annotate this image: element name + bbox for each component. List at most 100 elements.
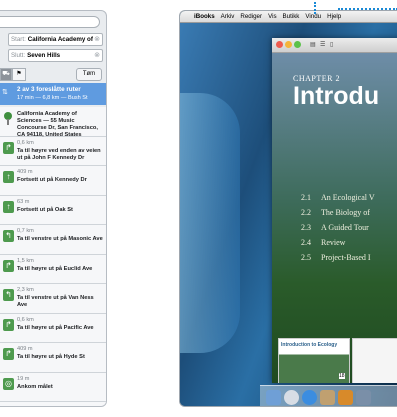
- toc-number: 2.5: [301, 253, 311, 262]
- toc-number: 2.4: [301, 238, 311, 247]
- zoom-button[interactable]: [294, 41, 301, 48]
- window-titlebar: ▤ ☰ ▯: [272, 38, 397, 53]
- direction-step[interactable]: ↱ 409 m Ta til høyre ut på Hyde St: [0, 343, 106, 373]
- step-text: Ta til høyre ut på Hyde St: [17, 354, 85, 360]
- direction-step[interactable]: California Academy of Sciences — 55 Musi…: [0, 107, 106, 138]
- ibooks-window: ▤ ☰ ▯ CHAPTER 2 Introdu 2.1 An Ecological…: [272, 38, 397, 383]
- step-distance: 2,3 km: [17, 287, 34, 293]
- toc-entry[interactable]: 2.2 The Biology of: [301, 208, 370, 217]
- right-turn-icon: ↱: [3, 318, 14, 331]
- start-label: Start:: [11, 36, 26, 43]
- menu-view[interactable]: Vis: [268, 13, 276, 20]
- desktop-wallpaper: ▤ ☰ ▯ CHAPTER 2 Introdu 2.1 An Ecological…: [180, 23, 397, 406]
- menu-edit[interactable]: Rediger: [240, 13, 262, 20]
- step-text: Ankom målet: [17, 383, 53, 390]
- start-field[interactable]: Start: California Academy of ⊗: [8, 33, 103, 46]
- clear-end-icon[interactable]: ⊗: [94, 50, 100, 61]
- toc-icon[interactable]: ☰: [320, 41, 325, 48]
- direction-step[interactable]: ◎ 19 m Ankom målet: [0, 372, 106, 402]
- end-label: Slutt:: [11, 52, 26, 59]
- toc-entry[interactable]: 2.1 An Ecological V: [301, 193, 375, 202]
- step-text: Ta til venstre ut på Masonic Ave: [17, 236, 103, 242]
- toc-number: 2.2: [301, 208, 311, 217]
- toc-title: Project-Based I: [321, 253, 371, 262]
- wave-graphic: [180, 93, 240, 353]
- library-icon[interactable]: ▤: [310, 41, 316, 48]
- search-field[interactable]: [0, 16, 100, 28]
- right-turn-icon: ↱: [3, 348, 14, 360]
- book-page: CHAPTER 2 Introdu 2.1 An Ecological V 2.2 T…: [272, 53, 397, 383]
- direction-step[interactable]: ↰ 2,3 km Ta til venstre ut på Van Ness Ave: [0, 284, 106, 314]
- toc-entry[interactable]: 2.4 Review: [301, 238, 345, 247]
- start-pin-icon: [4, 112, 12, 125]
- menu-help[interactable]: Hjelp: [327, 13, 341, 20]
- right-turn-icon: ↱: [3, 259, 14, 272]
- step-text: Ta til venstre ut på Van Ness Ave: [17, 295, 94, 308]
- toc-entry[interactable]: 2.3 A Guided Tour: [301, 223, 369, 232]
- end-value: Seven Hills: [27, 52, 61, 59]
- launchpad-icon[interactable]: [284, 389, 299, 405]
- thumbnail-page-2[interactable]: [352, 338, 397, 383]
- ibooks-icon[interactable]: [338, 389, 353, 405]
- end-field[interactable]: Slutt: Seven Hills ⊗: [8, 49, 103, 62]
- step-distance: 63 m: [17, 198, 30, 205]
- toc-title: An Ecological V: [321, 193, 375, 202]
- clear-start-icon[interactable]: ⊗: [94, 34, 100, 45]
- straight-turn-icon: ↑: [3, 171, 14, 183]
- route-summary-title: 2 av 3 foreslåtte ruter: [17, 86, 81, 93]
- clear-button[interactable]: Tøm: [76, 68, 102, 81]
- straight-turn-icon: ↑: [3, 200, 14, 213]
- toc-number: 2.3: [301, 223, 311, 232]
- menu-bar: iBooks Arkiv Rediger Vis Butikk Vindu Hjelp: [180, 11, 397, 23]
- step-distance: 19 m: [17, 375, 30, 382]
- step-distance: 0,7 km: [17, 228, 34, 234]
- start-value: California Academy of: [27, 36, 93, 43]
- page-thumbnails: Introduction to Ecology 18: [278, 338, 397, 383]
- close-button[interactable]: [276, 41, 283, 48]
- direction-step[interactable]: ↰ 0,7 km Ta til venstre ut på Masonic Ave: [0, 225, 106, 255]
- direction-step[interactable]: ↑ 63 m Fortsett ut på Oak St: [0, 195, 106, 225]
- menu-app[interactable]: iBooks: [194, 13, 215, 20]
- maps-directions-panel: Start: California Academy of ⊗ Slutt: Seve…: [0, 10, 107, 407]
- safari-icon[interactable]: [302, 389, 317, 405]
- left-turn-icon: ↰: [3, 230, 14, 242]
- step-text: Fortsett ut på Kennedy Dr: [17, 177, 87, 183]
- step-distance: 409 m: [17, 169, 33, 175]
- finder-icon[interactable]: [266, 389, 281, 405]
- toc-title: Review: [321, 238, 346, 247]
- step-distance: 409 m: [17, 346, 33, 352]
- direction-steps-list: California Academy of Sciences — 55 Musi…: [0, 107, 106, 406]
- chapter-title: Introdu: [293, 82, 380, 110]
- menu-window[interactable]: Vindu: [305, 13, 321, 20]
- direction-step[interactable]: Seven Hills — 1550 Hyde St, San Francisc…: [0, 402, 106, 406]
- menu-file[interactable]: Arkiv: [221, 13, 235, 20]
- minimize-button[interactable]: [285, 41, 292, 48]
- mail-icon[interactable]: [320, 389, 335, 405]
- left-turn-icon: ↰: [3, 289, 14, 301]
- callout-line: [314, 2, 318, 14]
- direction-step[interactable]: ↑ 409 m Fortsett ut på Kennedy Dr: [0, 166, 106, 196]
- menu-store[interactable]: Butikk: [283, 13, 300, 20]
- route-summary-sub: 17 min — 6,8 km — Bush St: [17, 95, 88, 101]
- direction-step[interactable]: ↱ 0,6 km Ta til høyre ved enden av veien u…: [0, 136, 106, 166]
- step-distance: 0,6 km: [17, 139, 34, 146]
- toc-entry[interactable]: 2.5 Project-Based I: [301, 253, 371, 262]
- callout-line-2: [338, 8, 397, 12]
- arrive-turn-icon: ◎: [3, 377, 14, 390]
- toc-title: A Guided Tour: [321, 223, 369, 232]
- step-distance: 0,6 km: [17, 316, 34, 323]
- step-text: Ta til høyre ut på Pacific Ave: [17, 324, 94, 331]
- app-icon[interactable]: [356, 389, 371, 405]
- route-icon: ⇅: [2, 89, 8, 96]
- thumbnail-label: Introduction to Ecology: [281, 342, 338, 348]
- direction-step[interactable]: ↱ 1,5 km Ta til høyre ut på Euclid Ave: [0, 254, 106, 284]
- toc-title: The Biology of: [321, 208, 370, 217]
- thumbnail-page[interactable]: Introduction to Ecology 18: [278, 338, 350, 383]
- toc-number: 2.1: [301, 193, 311, 202]
- notes-icon[interactable]: ▯: [330, 41, 333, 48]
- direction-step[interactable]: ↱ 0,6 km Ta til høyre ut på Pacific Ave: [0, 313, 106, 343]
- walk-mode-button[interactable]: ⚑: [12, 68, 26, 81]
- step-text: Ta til høyre ved enden av veien ut på Jo…: [17, 147, 101, 161]
- car-mode-button[interactable]: ⛟: [0, 68, 12, 81]
- route-summary[interactable]: ⇅ 2 av 3 foreslåtte ruter 17 min — 6,8 k…: [0, 83, 106, 105]
